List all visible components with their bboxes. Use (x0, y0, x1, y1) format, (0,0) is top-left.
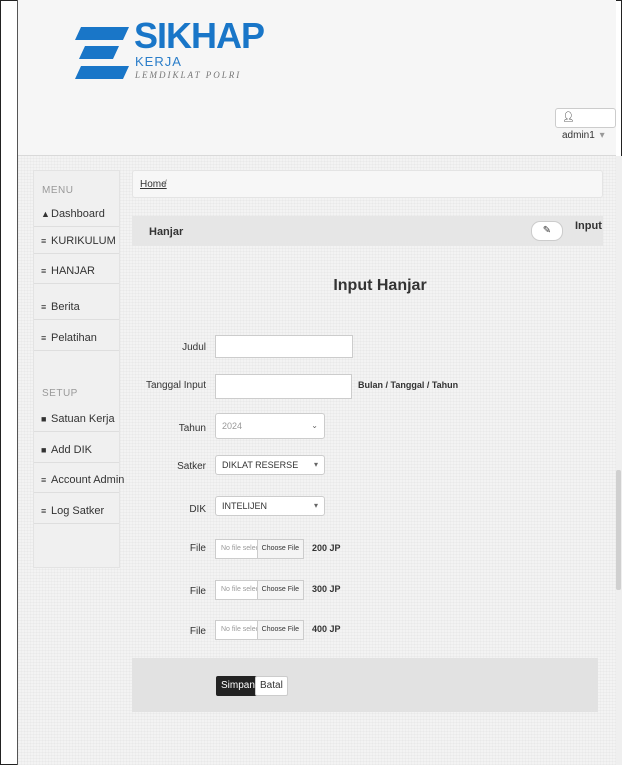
cancel-button[interactable]: Batal (255, 676, 288, 696)
sidebar-item-label: Pelatihan (51, 332, 97, 344)
setup-heading: SETUP (42, 388, 78, 399)
choose-file-button[interactable]: Choose File (256, 621, 303, 639)
sidebar: MENU ▲Dashboard ≡ KURIKULUM ≡ HANJAR ≡ Beri… (33, 170, 124, 568)
breadcrumb: Home / (132, 170, 603, 198)
user-menu-button[interactable]: 👤︎ admin1 ▾ (555, 108, 616, 141)
file-input[interactable]: No file selected Choose File (215, 620, 304, 640)
chevron-down-icon: ▾ (599, 130, 605, 141)
input-label: Input (575, 220, 602, 232)
home-icon: ▲ (41, 209, 50, 219)
tahun-select[interactable]: 2024 ⌄ (215, 413, 325, 439)
sidebar-item-berita[interactable]: ≡ Berita (34, 295, 119, 320)
panel-header: Hanjar ✎︎ Input (132, 216, 603, 246)
file-input[interactable]: No file selected Choose File (215, 580, 304, 600)
list-icon: ≡ (41, 302, 47, 312)
jp-label: 200 JP (312, 543, 341, 553)
choose-file-button[interactable]: Choose File (256, 581, 303, 599)
flag-icon: ■ (41, 414, 47, 424)
menu-heading: MENU (42, 185, 74, 196)
sidebar-item-kurikulum[interactable]: ≡ KURIKULUM (34, 229, 119, 254)
sidebar-item-label: HANJAR (51, 265, 96, 277)
satker-select[interactable]: DIKLAT RESERSE ▾ (215, 455, 325, 475)
dik-label: DIK (189, 504, 206, 515)
edit-icon: ✎︎ (542, 225, 552, 236)
user-name: admin1 (562, 130, 595, 141)
list-icon: ≡ (41, 506, 47, 516)
sidebar-item-hanjar[interactable]: ≡ HANJAR (34, 259, 119, 284)
jp-label: 400 JP (312, 624, 341, 634)
dik-value: INTELIJEN (222, 501, 268, 511)
sidebar-item-label: Satuan Kerja (51, 413, 115, 425)
panel-title: Hanjar (149, 226, 184, 238)
brand-subtitle: KERJA (135, 54, 182, 69)
tanggal-field[interactable] (215, 374, 352, 399)
scrollbar-track[interactable] (616, 156, 622, 765)
sidebar-item-pelatihan[interactable]: ≡ Pelatihan (34, 326, 119, 351)
choose-file-button[interactable]: Choose File (256, 540, 303, 558)
file-label: File (189, 586, 206, 597)
list-icon: ≡ (41, 236, 47, 246)
scrollbar-thumb[interactable] (616, 470, 621, 590)
breadcrumb-home-link[interactable]: Home (140, 179, 167, 190)
file-label: File (189, 626, 206, 637)
jp-label: 300 JP (312, 584, 341, 594)
sidebar-item-label: KURIKULUM (51, 235, 116, 247)
form-actions-bar (132, 658, 598, 712)
brand-tagline: LEMDIKLAT POLRI (135, 70, 242, 80)
save-button[interactable]: Simpan (216, 676, 260, 696)
file-label: File (189, 543, 206, 554)
user-icon: 👤︎ (562, 112, 575, 123)
input-button[interactable]: ✎︎ (531, 221, 563, 241)
tahun-value: 2024 (222, 421, 243, 431)
chevron-down-icon: ⌄ (311, 421, 318, 430)
list-icon: ≡ (41, 475, 47, 485)
dik-select[interactable]: INTELIJEN ▾ (215, 496, 325, 516)
breadcrumb-separator: / (164, 179, 167, 190)
sidebar-item-add-dik[interactable]: ■ Add DIK (34, 438, 119, 463)
file-input[interactable]: No file selected Choose File (215, 539, 304, 559)
satker-value: DIKLAT RESERSE (222, 460, 299, 470)
brand-title: SIKHAP (134, 15, 265, 56)
form-title: Input Hanjar (333, 277, 427, 294)
sidebar-item-label: Add DIK (51, 444, 92, 456)
sidebar-item-label: Berita (51, 301, 80, 313)
sidebar-item-label: Account Admin (51, 474, 125, 486)
list-icon: ≡ (41, 266, 47, 276)
list-icon: ≡ (41, 333, 47, 343)
sidebar-item-dashboard[interactable]: ▲Dashboard (34, 202, 119, 227)
judul-field[interactable] (215, 335, 353, 358)
logo-icon (75, 27, 129, 79)
sidebar-item-log-satker[interactable]: ≡ Log Satker (34, 499, 119, 524)
chevron-down-icon: ▾ (313, 460, 318, 469)
chevron-down-icon: ▾ (313, 501, 318, 510)
sidebar-item-label: Log Satker (51, 505, 105, 517)
sidebar-item-label: Dashboard (51, 208, 105, 220)
sidebar-item-satuan-kerja[interactable]: ■ Satuan Kerja (34, 407, 119, 432)
flag-icon: ■ (41, 445, 47, 455)
tahun-label: Tahun (178, 423, 206, 434)
tanggal-label: Tanggal Input (145, 380, 206, 391)
date-format-hint: Bulan / Tanggal / Tahun (358, 380, 459, 390)
satker-label: Satker (177, 461, 206, 472)
judul-label: Judul (182, 342, 206, 353)
sidebar-item-account-admin[interactable]: ≡ Account Admin (34, 468, 124, 493)
top-header: SIKHAP KERJA LEMDIKLAT POLRI 👤︎ admin1 ▾ (18, 0, 616, 156)
